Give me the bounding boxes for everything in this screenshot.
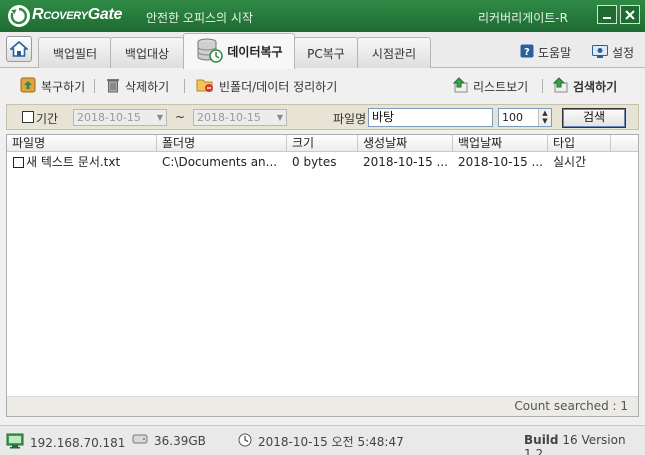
settings-icon — [592, 44, 608, 61]
monitor-icon — [6, 433, 24, 452]
cell-backup: 2018-10-15 ... — [458, 155, 543, 169]
file-list: 파일명 폴더명 크기 생성날짜 백업날짜 타입 새 텍스트 문서.txt C:\… — [6, 134, 639, 417]
dropdown-arrow-icon: ▼ — [156, 113, 163, 122]
tab-backup-target[interactable]: 백업대상 — [110, 37, 184, 68]
tab-pc-recovery[interactable]: PC복구 — [294, 37, 358, 68]
minimize-icon — [603, 16, 611, 19]
tab-backup-filter[interactable]: 백업필터 — [38, 37, 112, 68]
clock-icon — [238, 433, 252, 450]
datetime-status: 2018-10-15 오전 5:48:47 — [238, 433, 404, 450]
cleanup-button[interactable]: 빈폴더/데이터 정리하기 — [196, 77, 337, 96]
column-header-size[interactable]: 크기 — [287, 135, 358, 152]
main-tab-bar: 백업필터 백업대상 데이터복구 PC복구 시점관리 ? 도움말 설정 — [0, 32, 645, 69]
dropdown-arrow-icon: ▼ — [276, 113, 283, 122]
period-label: 기간 — [36, 112, 59, 126]
build-version-label: Build 16 Version 1.2 — [524, 433, 626, 455]
toolbar-divider — [542, 79, 543, 93]
close-icon — [625, 9, 635, 20]
spin-arrows-icon[interactable]: ▲ ▼ — [538, 109, 551, 126]
ip-address-status: 192.168.70.181 — [6, 433, 125, 452]
help-link[interactable]: ? 도움말 — [520, 44, 571, 61]
help-icon: ? — [520, 44, 534, 61]
trash-icon — [106, 77, 120, 96]
result-limit-stepper[interactable]: 100 ▲ ▼ — [498, 108, 552, 127]
date-to-picker[interactable]: 2018-10-15 ▼ — [193, 109, 287, 126]
search-view-button[interactable]: 검색하기 — [552, 77, 617, 96]
recovery-logo-icon — [8, 5, 30, 27]
disk-space-status: 36.39GB — [132, 433, 206, 448]
minimize-button[interactable] — [597, 5, 617, 24]
toolbar-divider — [94, 79, 95, 93]
cell-folder: C:\Documents an... — [162, 155, 278, 169]
column-header-filename[interactable]: 파일명 — [7, 135, 157, 152]
folder-delete-icon — [196, 77, 214, 96]
filename-label: 파일명 — [333, 112, 367, 126]
search-filter-bar: 기간 2018-10-15 ▼ ~ 2018-10-15 ▼ 파일명 바탕 100 … — [6, 104, 639, 130]
app-slogan: 안전한 오피스의 시작 — [146, 11, 253, 25]
app-brand: RCOVERYGate — [32, 6, 123, 23]
cell-filename: 새 텍스트 문서.txt — [26, 155, 121, 169]
tab-point-management[interactable]: 시점관리 — [357, 37, 431, 68]
home-button[interactable] — [6, 36, 32, 62]
filename-input[interactable]: 바탕 — [368, 108, 493, 127]
column-header-folder[interactable]: 폴더명 — [157, 135, 287, 152]
window-title: 리커버리게이트-R — [478, 11, 568, 25]
column-header-backup[interactable]: 백업날짜 — [453, 135, 548, 152]
database-icon — [195, 37, 224, 66]
tab-data-recovery[interactable]: 데이터복구 — [183, 33, 295, 69]
cell-size: 0 bytes — [292, 155, 337, 169]
period-checkbox[interactable] — [22, 111, 34, 123]
cell-created: 2018-10-15 ... — [363, 155, 448, 169]
action-toolbar: 복구하기 삭제하기 빈폴더/데이터 정리하기 리스트보기 검색하기 — [6, 72, 639, 100]
status-bar: 192.168.70.181 36.39GB 2018-10-15 오전 5:4… — [0, 425, 645, 455]
home-icon — [10, 41, 28, 57]
close-button[interactable] — [620, 5, 640, 24]
search-view-icon — [552, 77, 568, 96]
hard-drive-icon — [132, 433, 148, 448]
list-header: 파일명 폴더명 크기 생성날짜 백업날짜 타입 — [7, 135, 638, 152]
title-bar: RCOVERYGate 안전한 오피스의 시작 리커버리게이트-R — [0, 0, 645, 32]
svg-text:?: ? — [524, 47, 530, 58]
restore-icon — [20, 77, 36, 96]
date-range-separator: ~ — [175, 110, 186, 124]
table-row[interactable]: 새 텍스트 문서.txt C:\Documents an... 0 bytes … — [7, 153, 638, 171]
count-searched-label: Count searched : 1 — [7, 396, 638, 416]
column-header-created[interactable]: 생성날짜 — [358, 135, 453, 152]
list-view-button[interactable]: 리스트보기 — [452, 77, 528, 96]
delete-button[interactable]: 삭제하기 — [106, 77, 169, 96]
toolbar-divider — [184, 79, 185, 93]
date-from-picker[interactable]: 2018-10-15 ▼ — [73, 109, 167, 126]
column-header-type[interactable]: 타입 — [548, 135, 611, 152]
cell-type: 실시간 — [553, 155, 587, 169]
restore-button[interactable]: 복구하기 — [20, 77, 85, 96]
list-view-icon — [452, 77, 468, 96]
settings-link[interactable]: 설정 — [592, 44, 634, 61]
search-button[interactable]: 검색 — [562, 108, 626, 128]
